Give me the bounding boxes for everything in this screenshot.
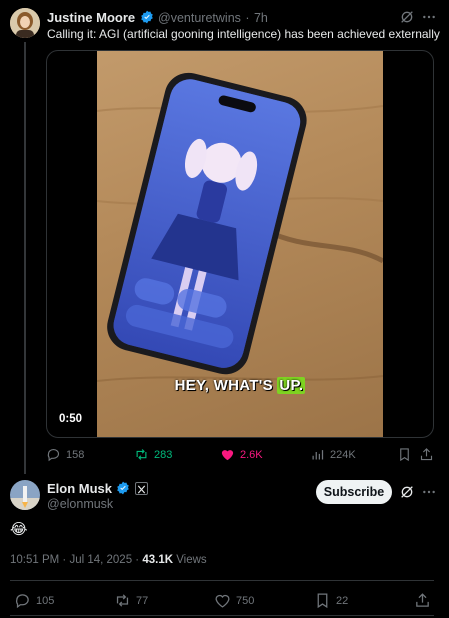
views-count: 43.1K xyxy=(142,554,174,566)
like-button[interactable]: 750 xyxy=(214,592,254,609)
reply-count: 158 xyxy=(66,448,85,461)
verified-icon xyxy=(140,10,154,24)
grok-icon[interactable] xyxy=(399,9,415,25)
views-icon xyxy=(310,447,325,462)
avatar-justine[interactable] xyxy=(10,8,40,38)
tweet2-author: Elon Musk xyxy=(47,481,148,496)
tweet1-text: Calling it: AGI (artificial gooning inte… xyxy=(47,27,440,41)
bookmark-icon xyxy=(314,592,331,609)
tweet1-header: Justine Moore @venturetwins · 7h xyxy=(47,10,268,26)
repost-count: 77 xyxy=(136,594,149,607)
caption-highlight: UP. xyxy=(277,377,306,394)
author-handle[interactable]: @venturetwins xyxy=(158,11,241,25)
like-count: 2.6K xyxy=(240,448,263,461)
caption-text: HEY, WHAT'S xyxy=(174,377,278,394)
post-meta: 10:51 PM · Jul 14, 2025 · 43.1K Views xyxy=(10,554,207,566)
grok-icon[interactable] xyxy=(399,484,415,500)
post-timestamp[interactable]: 10:51 PM · Jul 14, 2025 · xyxy=(10,554,142,566)
author-handle[interactable]: @elonmusk xyxy=(47,497,113,511)
author-name[interactable]: Elon Musk xyxy=(47,481,112,496)
like-icon xyxy=(220,447,235,462)
bookmark-icon[interactable] xyxy=(397,447,412,462)
post-time[interactable]: 7h xyxy=(254,11,268,25)
video-player[interactable]: HEY, WHAT'S UP. 0:50 xyxy=(46,50,434,438)
views-count: 224K xyxy=(330,448,356,461)
more-icon[interactable] xyxy=(421,484,437,500)
reply-icon xyxy=(46,447,61,462)
repost-button[interactable]: 77 xyxy=(114,592,148,609)
bookmark-button[interactable]: 22 xyxy=(314,592,348,609)
thread-line xyxy=(24,42,26,474)
subscribe-button[interactable]: Subscribe xyxy=(316,480,392,504)
share-icon[interactable] xyxy=(414,592,431,609)
dot-separator: · xyxy=(245,11,250,25)
divider-bottom xyxy=(10,615,434,616)
repost-icon xyxy=(134,447,149,462)
reply-button[interactable]: 105 xyxy=(14,592,54,609)
reply-count: 105 xyxy=(36,594,55,607)
reply-button[interactable]: 158 xyxy=(46,447,84,462)
share-icon[interactable] xyxy=(419,447,434,462)
views-label: Views xyxy=(173,554,207,566)
video-caption: HEY, WHAT'S UP. xyxy=(47,377,433,394)
reply-icon xyxy=(14,592,31,609)
divider-top xyxy=(10,580,434,581)
avatar-elon[interactable] xyxy=(10,480,40,510)
bookmark-count: 22 xyxy=(336,594,349,607)
like-button[interactable]: 2.6K xyxy=(220,447,263,462)
views-button[interactable]: 224K xyxy=(310,447,356,462)
tweet2-text: 😂 xyxy=(10,521,28,538)
like-icon xyxy=(214,592,231,609)
repost-button[interactable]: 283 xyxy=(134,447,172,462)
more-icon[interactable] xyxy=(421,9,437,25)
like-count: 750 xyxy=(236,594,255,607)
video-duration: 0:50 xyxy=(59,413,83,425)
author-name[interactable]: Justine Moore xyxy=(47,10,135,25)
repost-icon xyxy=(114,592,131,609)
repost-count: 283 xyxy=(154,448,173,461)
verified-icon xyxy=(116,481,130,495)
x-affiliate-icon[interactable] xyxy=(134,482,148,495)
